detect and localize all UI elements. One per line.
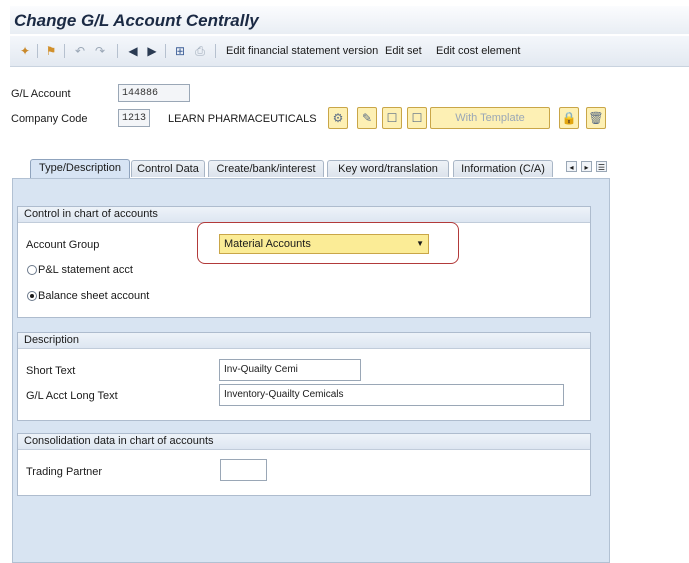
description-group-title: Description (18, 333, 590, 349)
company-code-field[interactable]: 1213 (118, 109, 150, 127)
edit-fs-version-button[interactable]: Edit financial statement version (226, 45, 378, 57)
consolidation-group: Consolidation data in chart of accounts (17, 433, 591, 496)
tab-list-icon[interactable]: ☰ (596, 161, 607, 172)
tab-create-bank-interest[interactable]: Create/bank/interest (208, 160, 324, 177)
edit-cost-element-button[interactable]: Edit cost element (436, 45, 520, 57)
tab-type-description[interactable]: Type/Description (30, 159, 130, 178)
tab-scroll-left-icon[interactable]: ◂ (566, 161, 577, 172)
gl-account-label: G/L Account (11, 88, 71, 100)
page-title: Change G/L Account Centrally (14, 11, 259, 30)
toolbar-separator (165, 44, 166, 58)
company-code-label: Company Code (11, 113, 88, 125)
pl-statement-radio[interactable] (27, 265, 37, 275)
previous-icon[interactable]: ◀ (126, 44, 140, 58)
trading-partner-field[interactable] (220, 459, 267, 481)
tab-key-word-translation[interactable]: Key word/translation (327, 160, 449, 177)
hierarchy-icon[interactable]: ⚑ (44, 44, 58, 58)
consolidation-group-title: Consolidation data in chart of accounts (18, 434, 590, 450)
toolbar-separator (37, 44, 38, 58)
print-icon[interactable]: ⎙ (193, 44, 207, 58)
balance-sheet-radio[interactable] (27, 291, 37, 301)
tab-information-ca[interactable]: Information (C/A) (453, 160, 553, 177)
pencil-icon[interactable]: ✎ (357, 107, 377, 129)
control-group-title: Control in chart of accounts (18, 207, 590, 223)
tab-control-data[interactable]: Control Data (131, 160, 205, 177)
long-text-label: G/L Acct Long Text (26, 390, 118, 402)
company-name: LEARN PHARMACEUTICALS (168, 113, 317, 125)
display-change-icon[interactable]: ⚙ (328, 107, 348, 129)
create-icon[interactable]: ☐ (382, 107, 402, 129)
gl-account-field[interactable]: 144886 (118, 84, 190, 102)
edit-set-button[interactable]: Edit set (385, 45, 422, 57)
undo-icon[interactable]: ↶ (73, 44, 87, 58)
short-text-field[interactable]: Inv-Quailty Cemi (219, 359, 361, 381)
next-icon[interactable]: ▶ (145, 44, 159, 58)
pl-statement-label: P&L statement acct (38, 264, 133, 276)
long-text-field[interactable]: Inventory-Quailty Cemicals (219, 384, 564, 406)
redo-icon[interactable]: ↷ (93, 44, 107, 58)
lock-icon[interactable]: 🔒 (559, 107, 579, 129)
with-template-button[interactable]: With Template (430, 107, 550, 129)
highlight-ring (197, 222, 459, 264)
mass-change-icon[interactable]: ⊞ (173, 44, 187, 58)
trading-partner-label: Trading Partner (26, 466, 103, 478)
toolbar-separator (117, 44, 118, 58)
copy-icon[interactable]: ☐ (407, 107, 427, 129)
toolbar-separator (215, 44, 216, 58)
balance-sheet-label: Balance sheet account (38, 290, 150, 302)
account-group-label: Account Group (26, 239, 100, 251)
new-entry-icon[interactable]: ✦ (18, 44, 32, 58)
toolbar-separator (64, 44, 65, 58)
delete-icon[interactable]: 🗑 (586, 107, 606, 129)
short-text-label: Short Text (26, 365, 76, 377)
tab-scroll-right-icon[interactable]: ▸ (581, 161, 592, 172)
